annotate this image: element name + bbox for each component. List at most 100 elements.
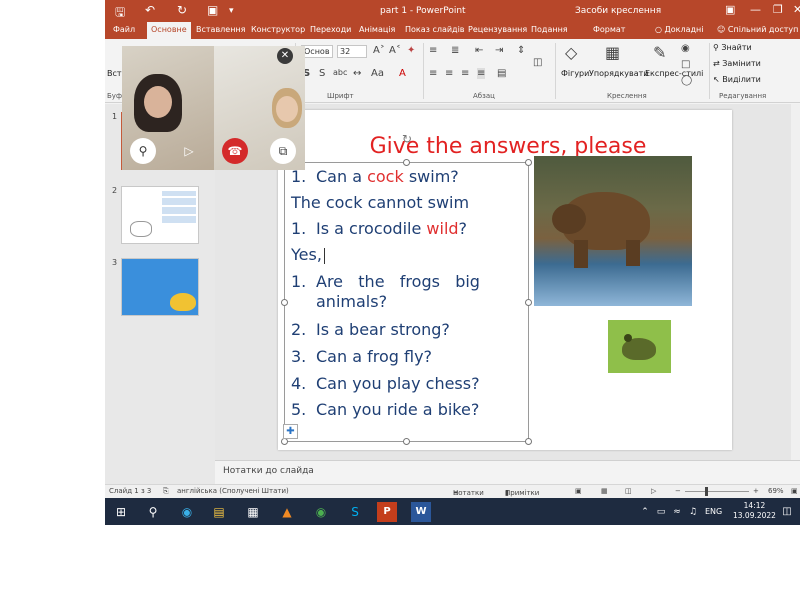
zoom-in-icon[interactable]: + <box>753 487 759 495</box>
edge-icon[interactable]: ◉ <box>177 502 197 522</box>
font-color-icon[interactable]: A <box>399 68 406 79</box>
notes-pane[interactable]: Нотатки до слайда <box>215 460 800 482</box>
minimize-icon[interactable]: — <box>750 3 761 16</box>
find-button[interactable]: ⚲ Знайти <box>713 43 752 52</box>
normal-view-icon[interactable]: ▣ <box>575 487 582 495</box>
columns-icon[interactable]: ▤ <box>497 68 506 79</box>
camera-button[interactable]: ▷ <box>176 138 202 164</box>
fit-slide-icon[interactable]: ▣ <box>791 487 798 495</box>
zoom-out-icon[interactable]: − <box>675 487 681 495</box>
arrange-button[interactable]: Упорядкувати <box>589 69 648 78</box>
increase-indent-icon[interactable]: ⇥ <box>495 45 503 56</box>
tab-format[interactable]: Формат <box>593 25 625 34</box>
input-language[interactable]: ENG <box>705 507 722 516</box>
maximize-icon[interactable]: ❐ <box>773 3 783 16</box>
justify-icon[interactable]: ≡ <box>477 68 486 79</box>
align-left-icon[interactable]: ≡ <box>429 68 437 79</box>
file-explorer-icon[interactable]: ▤ <box>209 502 229 522</box>
share-button[interactable]: ☺ Спільний доступ <box>717 25 798 34</box>
search-icon[interactable]: ⚲ <box>143 502 163 522</box>
vertical-scrollbar[interactable] <box>791 104 800 460</box>
tab-design[interactable]: Конструктор <box>251 25 305 34</box>
sorter-view-icon[interactable]: ▦ <box>601 487 608 495</box>
clear-format-icon[interactable]: ✦ <box>407 45 415 56</box>
answers-textbox[interactable]: 1. Can a cock swim? The cock cannot swim … <box>281 159 532 445</box>
tab-animations[interactable]: Анімація <box>359 25 395 34</box>
slide-canvas[interactable]: Give the answers, please ↻ 1. Can a cock … <box>278 110 732 450</box>
tab-slideshow[interactable]: Показ слайдів <box>405 25 465 34</box>
volume-icon[interactable]: ♫ <box>683 502 703 522</box>
grow-font-icon[interactable]: A˃ <box>373 45 385 56</box>
align-center-icon[interactable]: ≡ <box>445 68 453 79</box>
vlc-icon[interactable]: ▲ <box>277 502 297 522</box>
reading-view-icon[interactable]: ◫ <box>625 487 632 495</box>
arrange-icon[interactable]: ▦ <box>605 43 620 62</box>
system-clock[interactable]: 14:12 13.09.2022 <box>733 501 776 521</box>
decrease-indent-icon[interactable]: ⇤ <box>475 45 483 56</box>
end-call-button[interactable]: ☎ <box>222 138 248 164</box>
chrome-icon[interactable]: ◉ <box>311 502 331 522</box>
resize-handle[interactable] <box>403 159 410 166</box>
tell-me-search[interactable]: ○ Докладні <box>655 25 704 34</box>
proofing-icon[interactable]: ⎘ <box>163 487 169 496</box>
zoom-level[interactable]: 69% <box>768 487 784 495</box>
layout-options-icon[interactable]: ✚ <box>283 424 298 439</box>
bullets-icon[interactable]: ≡ <box>429 45 437 56</box>
font-size-combo[interactable]: 32 <box>337 45 367 58</box>
resize-handle[interactable] <box>525 159 532 166</box>
bear-image[interactable] <box>534 156 692 306</box>
slide-thumbnail-3[interactable] <box>121 258 199 316</box>
redo-icon[interactable]: ↻ <box>177 3 187 17</box>
customize-icon[interactable]: ▾ <box>229 6 234 16</box>
text-direction-icon[interactable]: ◫ <box>533 57 542 68</box>
close-call-icon[interactable]: ✕ <box>277 48 293 64</box>
word-icon[interactable]: W <box>411 502 431 522</box>
replace-button[interactable]: ⇄ Замінити <box>713 59 761 68</box>
frog-image[interactable] <box>608 320 671 373</box>
tab-review[interactable]: Рецензування <box>468 25 527 34</box>
tab-transitions[interactable]: Переходи <box>310 25 351 34</box>
zoom-slider[interactable] <box>685 491 749 492</box>
quick-styles-icon[interactable]: ✎ <box>653 43 666 62</box>
slideshow-view-icon[interactable]: ▷ <box>651 487 656 495</box>
change-case-icon[interactable]: Aa <box>371 68 384 79</box>
switch-view-button[interactable]: ⧉ <box>270 138 296 164</box>
skype-icon[interactable]: S <box>345 502 365 522</box>
save-icon[interactable]: 🖫 <box>115 3 125 24</box>
notifications-icon[interactable]: ◫ <box>777 502 797 522</box>
tab-file[interactable]: Файл <box>113 25 135 34</box>
ribbon-display-icon[interactable]: ▣ <box>725 3 735 16</box>
present-icon[interactable]: ▣ <box>207 3 218 17</box>
tab-home[interactable]: Основне <box>147 22 191 39</box>
slide-thumbnail-2[interactable] <box>121 186 199 244</box>
zoom-slider-thumb[interactable] <box>705 487 708 496</box>
tab-view[interactable]: Подання <box>531 25 568 34</box>
video-call-overlay[interactable]: ⚲ ▷ ☎ ⧉ <box>122 46 305 170</box>
language-indicator[interactable]: англійська (Сполучені Штати) <box>177 487 289 495</box>
shapes-button[interactable]: Фігури <box>561 69 589 78</box>
tab-insert[interactable]: Вставлення <box>196 25 245 34</box>
quick-styles-button[interactable]: Експрес-стилі <box>645 69 703 78</box>
resize-handle[interactable] <box>525 299 532 306</box>
shape-effects-icon[interactable]: ◯ <box>681 75 692 86</box>
shape-outline-icon[interactable]: □ <box>681 59 690 70</box>
resize-handle[interactable] <box>403 438 410 445</box>
media-icon[interactable]: ▦ <box>243 502 263 522</box>
strikethrough-icon[interactable]: S <box>319 68 325 79</box>
line-spacing-icon[interactable]: ⇕ <box>517 45 525 56</box>
shapes-icon[interactable]: ◇ <box>565 43 577 62</box>
rotate-handle-icon[interactable]: ↻ <box>402 132 412 146</box>
spacing-icon[interactable]: abc <box>333 68 347 77</box>
align-right-icon[interactable]: ≡ <box>461 68 469 79</box>
microphone-button[interactable]: ⚲ <box>130 138 156 164</box>
select-button[interactable]: ↖ Виділити <box>713 75 761 84</box>
resize-handle[interactable] <box>281 438 288 445</box>
windows-start-icon[interactable]: ⊞ <box>111 502 131 522</box>
resize-handle[interactable] <box>281 299 288 306</box>
shrink-font-icon[interactable]: A˂ <box>389 45 401 56</box>
numbering-icon[interactable]: ≣ <box>451 45 459 56</box>
char-spacing-icon[interactable]: ↔ <box>353 68 361 79</box>
undo-icon[interactable]: ↶ <box>145 3 155 17</box>
close-icon[interactable]: ✕ <box>793 3 800 16</box>
resize-handle[interactable] <box>525 438 532 445</box>
